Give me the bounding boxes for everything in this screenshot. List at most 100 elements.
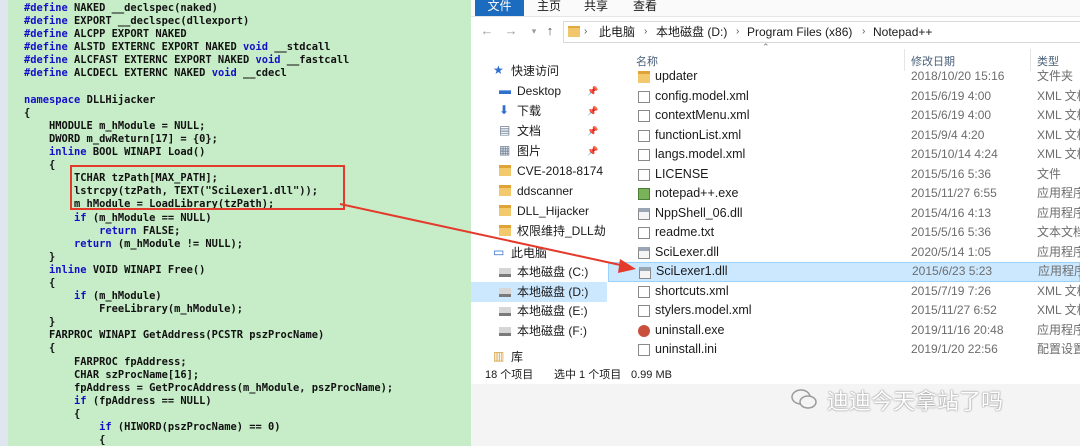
folder-icon [499, 185, 511, 196]
tab-file[interactable]: 文件 [475, 0, 524, 16]
code-line: #define EXPORT __declspec(dllexport) [24, 15, 470, 28]
file-type: 应用程序 [1038, 264, 1080, 278]
file-row[interactable]: SciLexer.dll 2020/5/14 1:05 应用程序 [608, 243, 1080, 263]
code-text: (m_hModule != NULL); [111, 237, 243, 250]
document-icon [638, 344, 650, 356]
file-date: 2015/9/4 4:20 [911, 127, 985, 142]
document-icon [638, 149, 650, 161]
sidebar-item[interactable]: ddscanner [471, 181, 607, 201]
sidebar-item[interactable]: CVE-2018-8174 [471, 161, 607, 181]
file-row[interactable]: langs.model.xml 2015/10/14 4:24 XML 文档 [608, 145, 1080, 165]
sidebar-item[interactable]: 本地磁盘 (E:) [471, 301, 607, 321]
sidebar-item[interactable]: 本地磁盘 (C:) [471, 262, 607, 282]
sidebar-item-label: 本地磁盘 (C:) [517, 265, 589, 279]
sidebar-item[interactable]: ▭ 此电脑 [471, 243, 607, 263]
code-keyword: #define [24, 2, 68, 14]
sidebar-item[interactable]: ▤ 文档 📌 [471, 121, 607, 141]
code-text: { [24, 106, 31, 119]
sidebar-item[interactable]: 本地磁盘 (D:) [471, 282, 607, 302]
file-row[interactable]: shortcuts.xml 2015/7/19 7:26 XML 文档 [608, 282, 1080, 302]
breadcrumb-notepadpp[interactable]: Notepad++ [873, 22, 932, 42]
code-text: (HIWORD(pszProcName) == 0) [111, 421, 281, 433]
tab-share[interactable]: 共享 [584, 0, 614, 16]
file-date: 2015/11/27 6:55 [911, 186, 997, 200]
ribbon-tabs: 文件 主页 共享 查看 [471, 0, 1080, 17]
bottom-band: 迪迪今天拿站了吗 [471, 384, 1080, 446]
code-line: if (fpAddress == NULL) [24, 395, 470, 408]
sidebar-item[interactable]: ▬ Desktop 📌 [471, 81, 607, 101]
code-text: { [24, 407, 81, 420]
file-name: contextMenu.xml [655, 108, 750, 122]
sidebar-item[interactable]: ▦ 图片 📌 [471, 141, 607, 161]
code-line: #define ALCFAST EXTERNC EXPORT NAKED voi… [24, 54, 470, 67]
file-date: 2015/11/27 6:52 [911, 303, 997, 317]
file-type: XML 文档 [1037, 147, 1080, 161]
app-icon [638, 188, 650, 200]
file-date: 2015/7/19 7:26 [911, 283, 992, 298]
file-type: 应用程序 [1037, 322, 1080, 337]
breadcrumb-this-pc[interactable]: 此电脑 [599, 22, 635, 42]
file-row[interactable]: uninstall.exe 2019/11/16 20:48 应用程序 [608, 321, 1080, 341]
pin-icon: 📌 [587, 126, 599, 136]
sidebar-item-label: 本地磁盘 (D:) [517, 285, 589, 299]
file-list: ⌃ 名称 修改日期 类型 updater 2018/10/20 15:16 文件夹 c… [608, 42, 1080, 366]
sidebar-item-label: CVE-2018-8174 [517, 164, 604, 178]
code-line: #define ALCPP EXPORT NAKED [24, 28, 470, 41]
code-text: EXPORT __declspec(dllexport) [67, 15, 250, 28]
file-row-selected[interactable]: SciLexer1.dll 2015/6/23 5:23 应用程序 [608, 262, 1080, 282]
code-keyword: #define [24, 54, 68, 67]
breadcrumb-drive-d[interactable]: 本地磁盘 (D:) [656, 22, 727, 42]
chevron-down-icon[interactable]: ▾ [526, 23, 542, 39]
code-line: #define NAKED __declspec(naked) [24, 2, 470, 15]
file-explorer-window: 文件 主页 共享 查看 ← → ▾ ↑ › 此电脑 › 本地磁盘 (D:) › … [471, 0, 1080, 384]
code-line: { [24, 342, 470, 355]
star-icon: ★ [493, 63, 504, 77]
tab-home[interactable]: 主页 [537, 0, 567, 16]
breadcrumb-program-files[interactable]: Program Files (x86) [747, 22, 852, 42]
file-type: 应用程序 [1037, 244, 1080, 259]
code-keyword: #define [24, 28, 68, 41]
status-selection: 选中 1 个项目 [554, 369, 622, 381]
drive-icon [499, 307, 511, 316]
dll-file-icon [638, 207, 650, 220]
file-row[interactable]: stylers.model.xml 2015/11/27 6:52 XML 文档 [608, 301, 1080, 321]
file-row[interactable]: notepad++.exe 2015/11/27 6:55 应用程序 [608, 184, 1080, 204]
file-row[interactable]: NppShell_06.dll 2015/4/16 4:13 应用程序 [608, 204, 1080, 224]
sidebar-item[interactable]: 本地磁盘 (F:) [471, 321, 607, 341]
status-item-count: 18 个项目 [485, 369, 534, 381]
code-line: return (m_hModule != NULL); [24, 238, 470, 251]
document-icon [638, 305, 650, 317]
sidebar-item[interactable]: DLL_Hijacker [471, 201, 607, 221]
back-arrow-icon[interactable]: ← [479, 23, 495, 39]
code-line: return FALSE; [24, 225, 470, 238]
file-row[interactable]: uninstall.ini 2019/1/20 22:56 配置设置 [608, 340, 1080, 360]
code-text: CHAR szProcName[16]; [24, 368, 200, 381]
file-date: 2019/11/16 20:48 [911, 322, 1004, 337]
address-bar[interactable]: › 此电脑 › 本地磁盘 (D:) › Program Files (x86) … [563, 21, 1080, 43]
sidebar-item[interactable]: ⬇ 下载 📌 [471, 101, 607, 121]
code-keyword: #define [24, 67, 68, 80]
sidebar-item[interactable]: 权限维持_DLL劫 [471, 221, 607, 241]
code-text: ALCFAST EXTERNC EXPORT NAKED [67, 54, 256, 67]
file-row[interactable]: LICENSE 2015/5/16 5:36 文件 [608, 165, 1080, 185]
sidebar-item[interactable]: ★ 快速访问 [471, 61, 607, 81]
file-name: config.model.xml [655, 88, 749, 103]
tab-view[interactable]: 查看 [633, 0, 663, 16]
file-row[interactable]: readme.txt 2015/5/16 5:36 文本文档 [608, 223, 1080, 243]
code-editor[interactable]: #define NAKED __declspec(naked) #define E… [0, 0, 470, 446]
file-date: 2015/6/19 4:00 [911, 108, 992, 122]
file-row[interactable]: contextMenu.xml 2015/6/19 4:00 XML 文档 [608, 106, 1080, 126]
forward-arrow-icon[interactable]: → [503, 23, 519, 39]
sidebar-item[interactable]: ▥ 库 [471, 347, 607, 367]
file-row[interactable]: updater 2018/10/20 15:16 文件夹 [608, 67, 1080, 87]
up-arrow-icon[interactable]: ↑ [542, 23, 558, 39]
file-row[interactable]: config.model.xml 2015/6/19 4:00 XML 文档 [608, 87, 1080, 107]
code-text: FARPROC fpAddress; [24, 355, 187, 368]
file-type: 应用程序 [1037, 186, 1080, 200]
file-row[interactable]: functionList.xml 2015/9/4 4:20 XML 文档 [608, 126, 1080, 146]
